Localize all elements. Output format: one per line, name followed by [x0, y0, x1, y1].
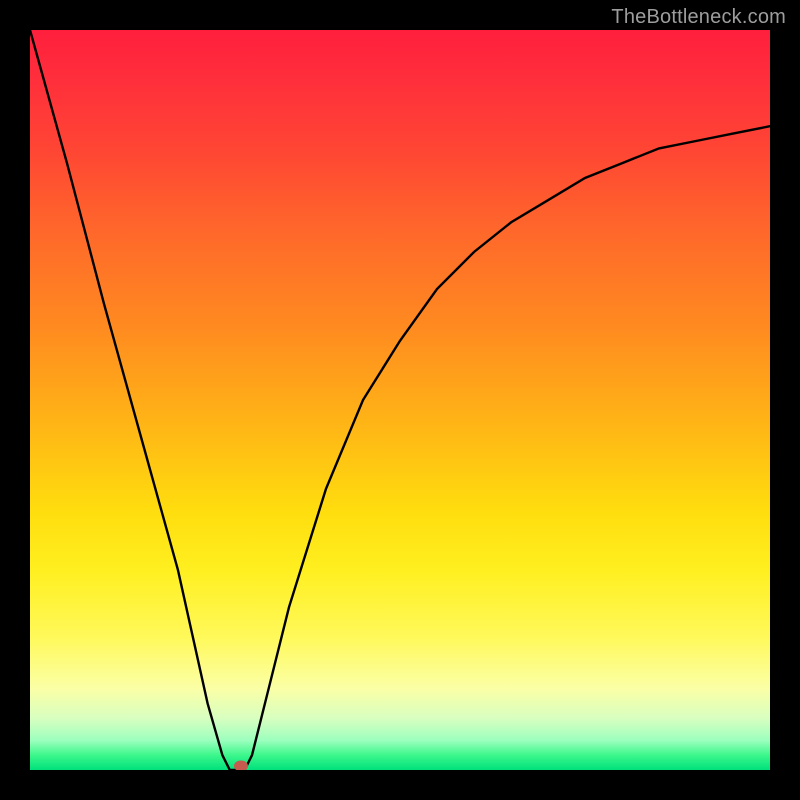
- plot-area: [30, 30, 770, 770]
- chart-frame: TheBottleneck.com: [0, 0, 800, 800]
- optimal-point-marker: [234, 761, 248, 770]
- watermark-text: TheBottleneck.com: [611, 6, 786, 29]
- bottleneck-curve: [30, 30, 770, 770]
